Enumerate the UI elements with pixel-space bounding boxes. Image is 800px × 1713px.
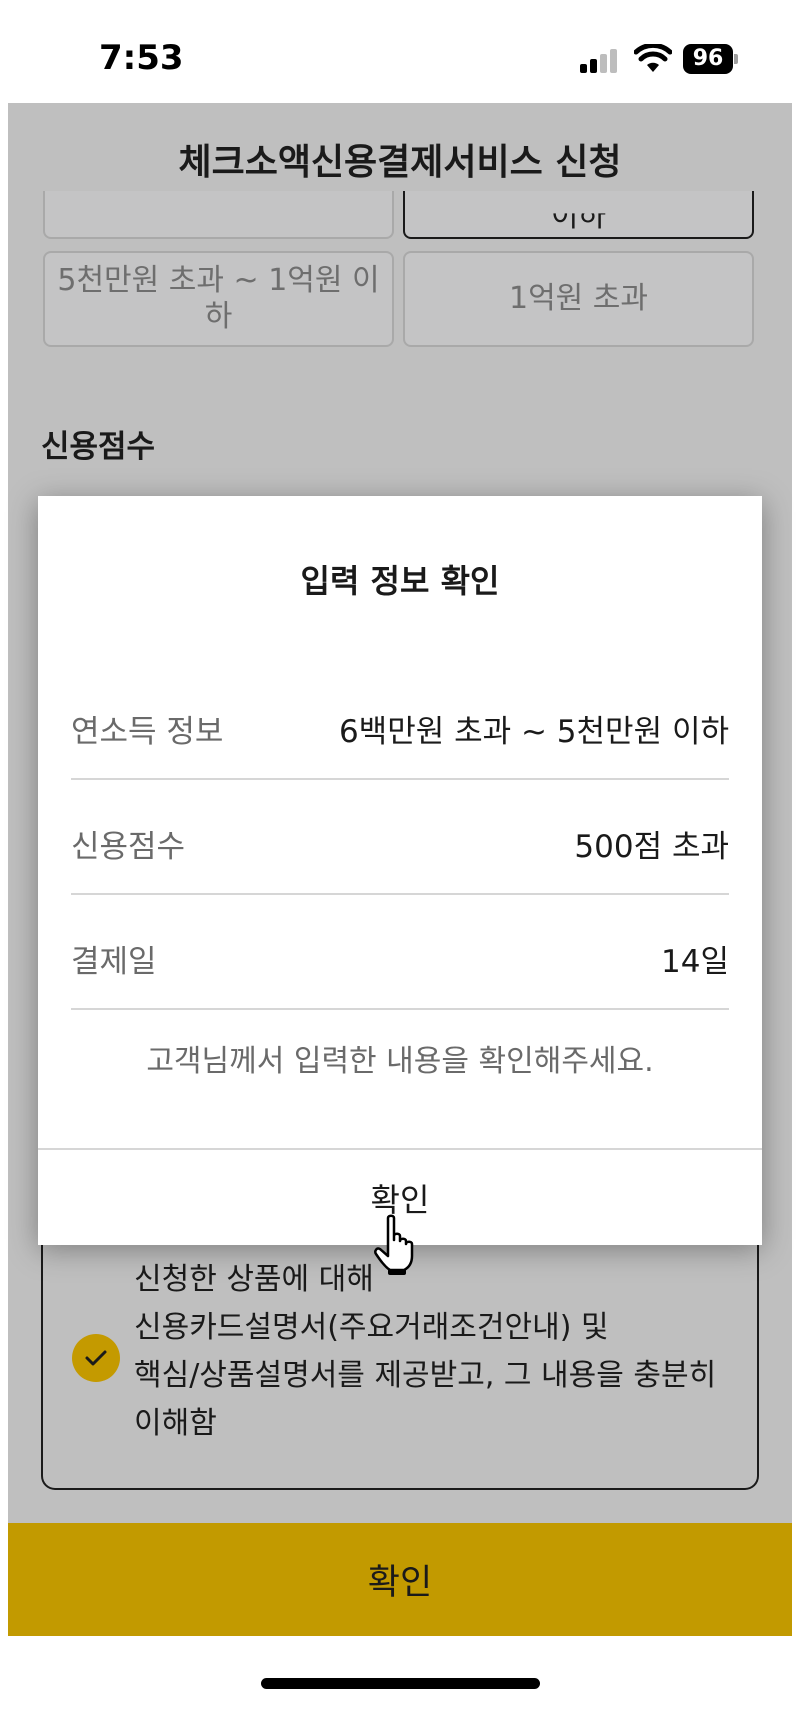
income-option-over-1eok[interactable]: 1억원 초과	[403, 251, 754, 347]
agreement-line: 핵심/상품설명서를 제공받고, 그 내용을 충분히	[134, 1358, 717, 1393]
wifi-icon	[634, 44, 672, 72]
income-option-partial-right[interactable]: 이하	[403, 191, 754, 239]
page-title: 체크소액신용결제서비스 신청	[178, 142, 622, 183]
info-value: 500점 초과	[574, 829, 729, 865]
info-row-payment-day: 결제일 14일	[71, 896, 729, 1010]
option-label: 1억원 초과	[508, 281, 649, 316]
battery-level: 96	[683, 44, 733, 74]
income-option-partial-left[interactable]	[43, 191, 394, 239]
status-time: 7:53	[99, 38, 184, 78]
cellular-signal-icon	[580, 47, 620, 73]
option-label-line2: 하	[204, 299, 233, 334]
info-label: 신용점수	[71, 829, 186, 865]
modal-title: 입력 정보 확인	[300, 562, 500, 600]
info-value: 14일	[661, 944, 729, 980]
agreement-line: 신청한 상품에 대해	[134, 1262, 374, 1297]
info-label: 연소득 정보	[71, 714, 224, 750]
option-label: 이하	[550, 199, 607, 234]
modal-note: 고객님께서 입력한 내용을 확인해주세요.	[146, 1044, 654, 1079]
confirm-button[interactable]: 확인	[8, 1523, 792, 1636]
hand-pointer-icon	[374, 1214, 414, 1275]
status-bar: 7:53 96	[0, 0, 800, 103]
checkmark-icon[interactable]	[72, 1334, 120, 1382]
info-row-income: 연소득 정보 6백만원 초과 ~ 5천만원 이하	[71, 666, 729, 780]
screen: 7:53 96 체크소액신용결제서비스 신청 이하 5천만원 초과 ~ 1억원 …	[0, 0, 800, 1713]
battery-icon: 96	[683, 44, 738, 74]
agreement-text: 신청한 상품에 대해 신용카드설명서(주요거래조건안내) 및 핵심/상품설명서를…	[134, 1256, 744, 1448]
agreement-line: 이해함	[134, 1406, 217, 1441]
info-value: 6백만원 초과 ~ 5천만원 이하	[338, 714, 729, 750]
home-indicator	[261, 1678, 540, 1689]
info-label: 결제일	[71, 944, 157, 980]
income-option-5000-to-1eok[interactable]: 5천만원 초과 ~ 1억원 이 하	[43, 251, 394, 347]
confirm-info-modal: 입력 정보 확인 연소득 정보 6백만원 초과 ~ 5천만원 이하 신용점수 5…	[38, 496, 762, 1245]
option-label-line1: 5천만원 초과 ~ 1억원 이	[57, 263, 380, 298]
credit-score-label: 신용점수	[41, 429, 156, 465]
info-row-credit-score: 신용점수 500점 초과	[71, 781, 729, 895]
agreement-line: 신용카드설명서(주요거래조건안내) 및	[134, 1310, 609, 1345]
